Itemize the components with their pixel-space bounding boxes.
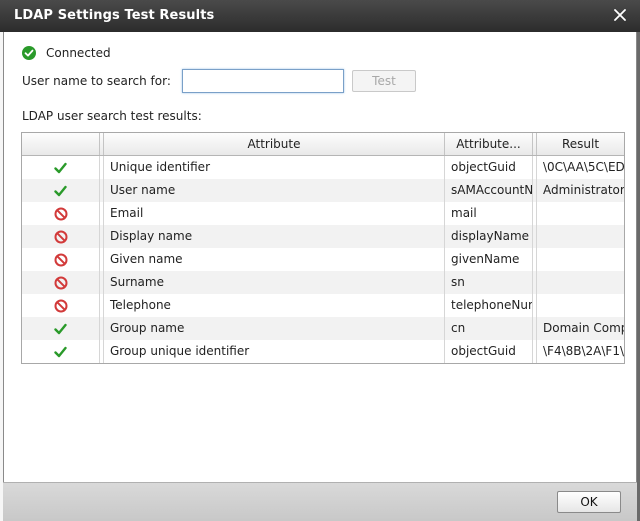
- close-icon[interactable]: [610, 5, 630, 25]
- status-column-header[interactable]: [22, 133, 100, 155]
- attribute-cell: Telephone: [104, 294, 445, 317]
- search-input[interactable]: [182, 69, 344, 93]
- ldap-attribute-cell: mail: [445, 202, 533, 225]
- success-check-icon: [22, 156, 100, 179]
- ldap-attribute-cell: cn: [445, 317, 533, 340]
- table-row[interactable]: Group unique identifier objectGuid \F4\8B\…: [22, 340, 624, 363]
- ldap-attribute-cell: displayName: [445, 225, 533, 248]
- attribute-cell: Email: [104, 202, 445, 225]
- ldap-attribute-cell: telephoneNum: [445, 294, 533, 317]
- table-row[interactable]: Email mail: [22, 202, 624, 225]
- table-row[interactable]: User name sAMAccountNa Administrator: [22, 179, 624, 202]
- result-column-header[interactable]: Result: [537, 133, 624, 155]
- test-button[interactable]: Test: [352, 70, 416, 92]
- table-row[interactable]: Display name displayName: [22, 225, 624, 248]
- result-cell: [537, 294, 624, 317]
- table-row[interactable]: Surname sn: [22, 271, 624, 294]
- success-check-icon: [22, 317, 100, 340]
- attribute-cell: Given name: [104, 248, 445, 271]
- table-row[interactable]: Unique identifier objectGuid \0C\AA\5C\ED: [22, 156, 624, 179]
- result-cell: \F4\8B\2A\F1\: [543, 344, 624, 358]
- error-prohibited-icon: [22, 202, 100, 225]
- error-prohibited-icon: [22, 271, 100, 294]
- table-header: Attribute Attribute... Result: [22, 133, 624, 156]
- error-prohibited-icon: [22, 294, 100, 317]
- ldap-attribute-cell: objectGuid: [445, 340, 533, 363]
- result-cell: [537, 202, 624, 225]
- attribute-cell: Surname: [104, 271, 445, 294]
- dialog-body: Connected User name to search for: Test …: [3, 32, 637, 482]
- ldap-attribute-cell: givenName: [445, 248, 533, 271]
- ldap-test-dialog: LDAP Settings Test Results Connected Use…: [0, 0, 640, 521]
- results-table: Attribute Attribute... Result Unique ide…: [21, 132, 625, 364]
- table-row[interactable]: Given name givenName: [22, 248, 624, 271]
- result-cell: [537, 225, 624, 248]
- attribute-name-column-header[interactable]: Attribute...: [445, 133, 533, 155]
- result-cell: [537, 248, 624, 271]
- ldap-attribute-cell: sAMAccountNa: [445, 179, 533, 202]
- table-body: Unique identifier objectGuid \0C\AA\5C\ED U…: [22, 156, 624, 363]
- connected-check-icon: [22, 46, 36, 60]
- attribute-column-header[interactable]: Attribute: [104, 133, 445, 155]
- result-cell: Domain Comp: [543, 321, 624, 335]
- table-row[interactable]: Telephone telephoneNum: [22, 294, 624, 317]
- ldap-attribute-cell: sn: [445, 271, 533, 294]
- table-row[interactable]: Group name cn Domain Comp: [22, 317, 624, 340]
- result-cell: Administrator: [543, 183, 624, 197]
- error-prohibited-icon: [22, 225, 100, 248]
- dialog-footer: OK: [3, 482, 637, 521]
- dialog-title: LDAP Settings Test Results: [14, 8, 215, 23]
- success-check-icon: [22, 179, 100, 202]
- attribute-cell: Unique identifier: [104, 156, 445, 179]
- success-check-icon: [22, 340, 100, 363]
- ok-button[interactable]: OK: [557, 491, 621, 513]
- result-cell: [537, 271, 624, 294]
- attribute-cell: Group name: [104, 317, 445, 340]
- connection-status: Connected: [22, 46, 111, 60]
- error-prohibited-icon: [22, 248, 100, 271]
- attribute-cell: Display name: [104, 225, 445, 248]
- attribute-cell: Group unique identifier: [104, 340, 445, 363]
- ldap-attribute-cell: objectGuid: [445, 156, 533, 179]
- results-label: LDAP user search test results:: [22, 109, 202, 123]
- dialog-titlebar: LDAP Settings Test Results: [0, 0, 640, 32]
- status-text: Connected: [46, 46, 111, 60]
- search-label: User name to search for:: [22, 74, 171, 88]
- result-cell: \0C\AA\5C\ED: [543, 160, 624, 174]
- attribute-cell: User name: [104, 179, 445, 202]
